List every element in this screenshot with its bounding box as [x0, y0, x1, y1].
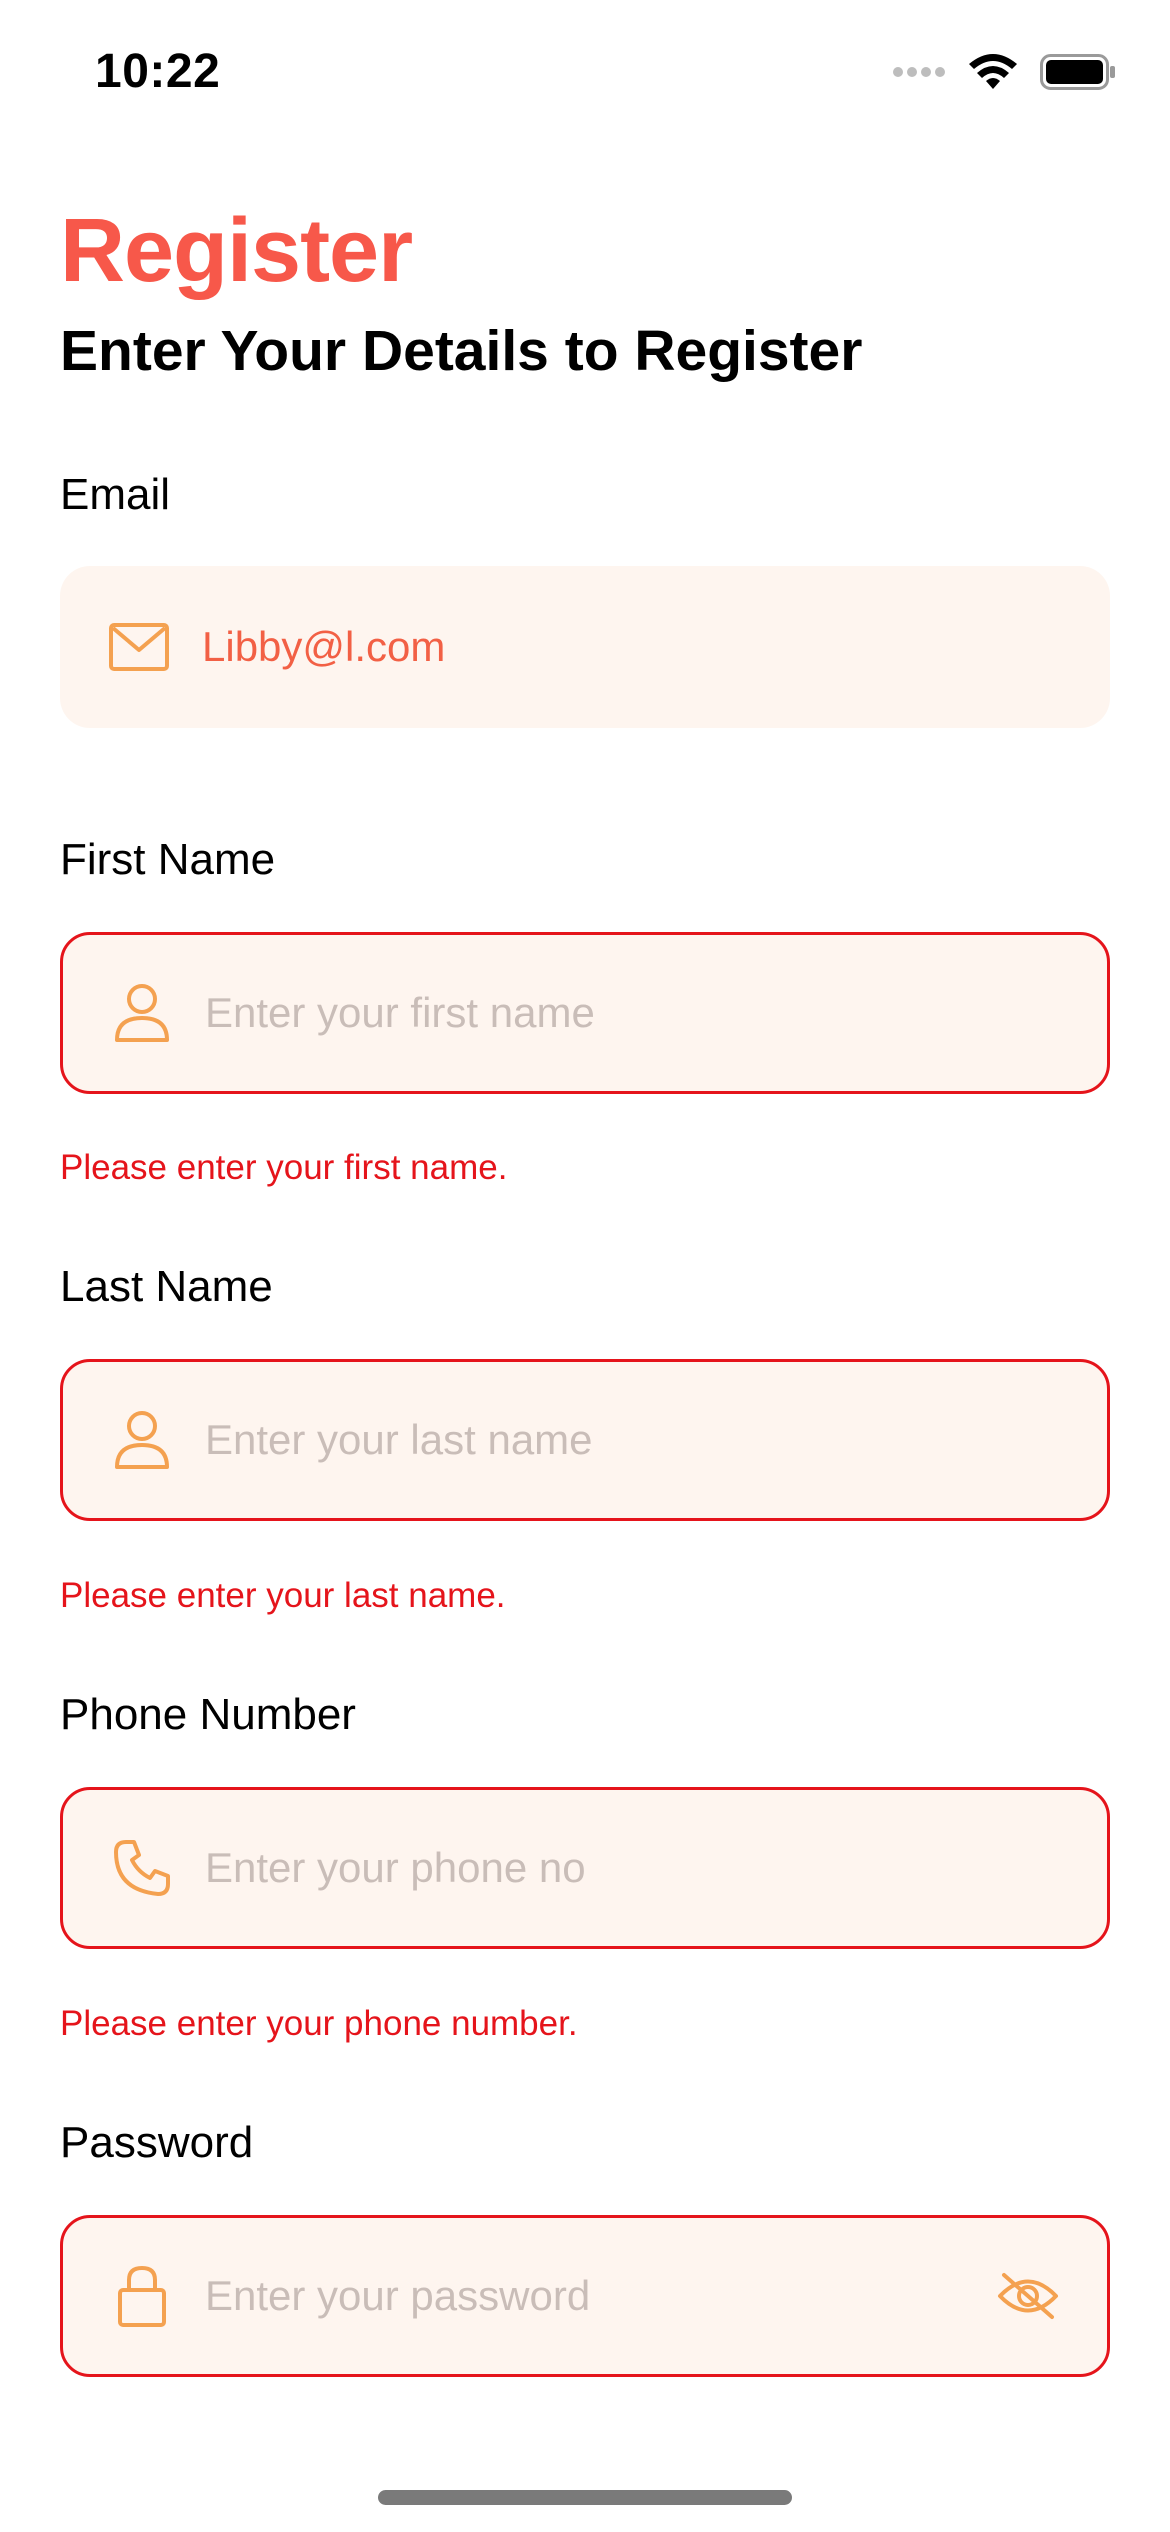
first-name-label: First Name [60, 835, 276, 884]
password-placeholder: Enter your password [205, 2272, 591, 2319]
password-label: Password [60, 2118, 254, 2167]
last-name-error: Please enter your last name. [60, 1576, 506, 1615]
user-icon [111, 1409, 173, 1471]
lock-icon [111, 2265, 173, 2327]
status-time: 10:22 [95, 45, 221, 98]
email-value: Libby@l.com [202, 623, 446, 670]
phone-icon [111, 1837, 173, 1899]
first-name-error: Please enter your first name. [60, 1148, 508, 1187]
last-name-placeholder: Enter your last name [205, 1416, 593, 1463]
password-field[interactable]: Enter your password [60, 2215, 1110, 2377]
phone-placeholder: Enter your phone no [205, 1844, 586, 1891]
email-field[interactable]: Libby@l.com [60, 566, 1110, 728]
home-indicator [378, 2490, 792, 2505]
status-icons [892, 52, 1116, 96]
phone-field[interactable]: Enter your phone no [60, 1787, 1110, 1949]
page-title: Register [60, 201, 413, 301]
email-label: Email [60, 470, 171, 519]
user-icon [111, 982, 173, 1044]
last-name-label: Last Name [60, 1262, 273, 1311]
first-name-placeholder: Enter your first name [205, 989, 595, 1036]
signal-icon [892, 65, 946, 84]
register-screen: 10:22 Register Enter Your Details to Reg… [0, 0, 1170, 2532]
first-name-field[interactable]: Enter your first name [60, 932, 1110, 1094]
last-name-field[interactable]: Enter your last name [60, 1359, 1110, 1521]
status-bar: 10:22 [0, 0, 1170, 150]
eye-off-icon[interactable] [993, 2265, 1063, 2327]
phone-error: Please enter your phone number. [60, 2004, 578, 2043]
mail-icon [108, 616, 170, 678]
wifi-icon [968, 53, 1018, 96]
page-subtitle: Enter Your Details to Register [60, 319, 863, 383]
phone-label: Phone Number [60, 1690, 356, 1739]
battery-icon [1040, 53, 1116, 95]
